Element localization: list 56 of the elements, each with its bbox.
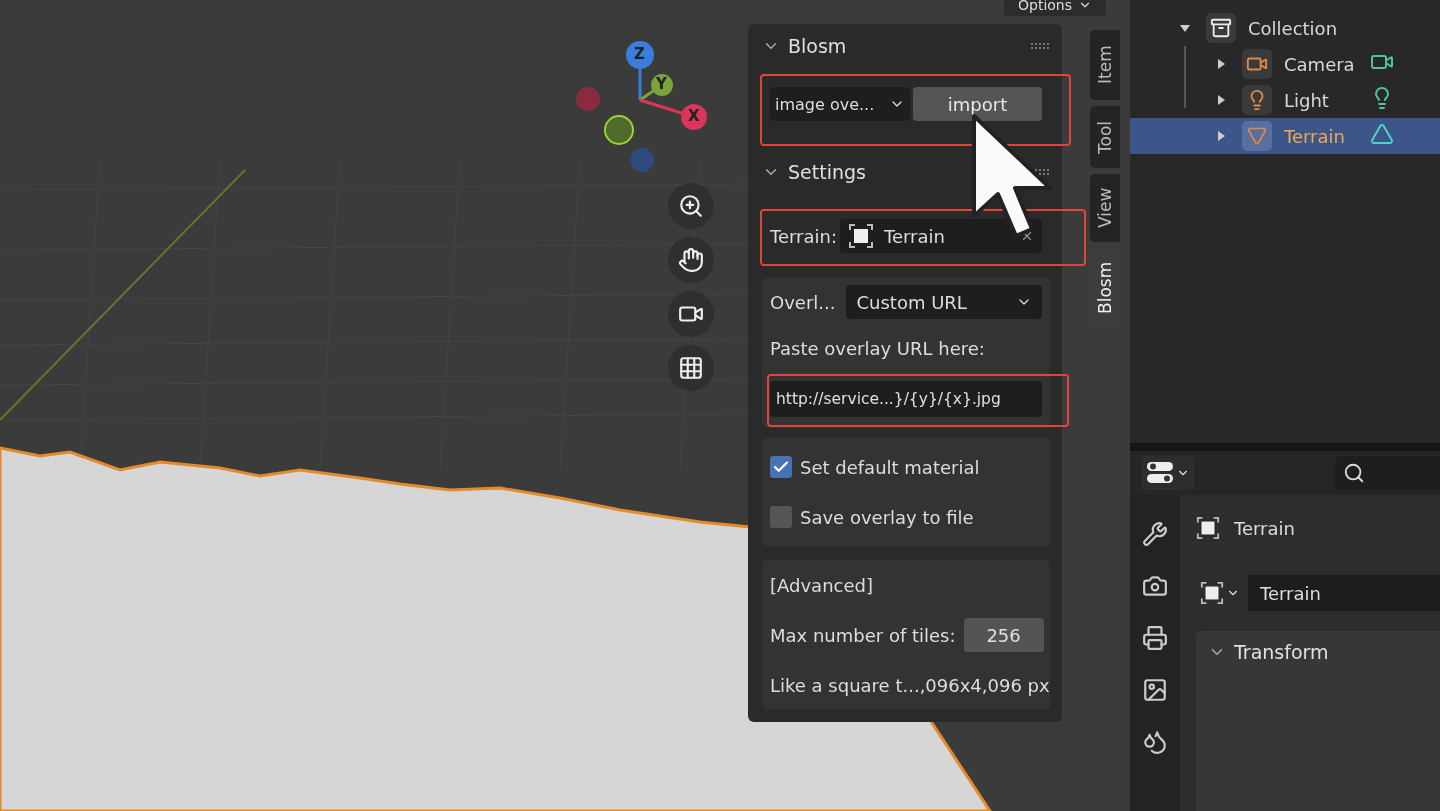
panel-header[interactable]: Transform (1208, 641, 1329, 663)
options-button[interactable]: Options (1004, 0, 1107, 16)
drag-handle-icon[interactable] (1030, 42, 1050, 50)
search-field[interactable] (1335, 456, 1440, 490)
field-label: Terrain: (770, 225, 837, 247)
sidebar-tab[interactable]: Tool (1090, 106, 1120, 168)
panel-header[interactable]: Blosm (762, 35, 847, 57)
outliner-label: Collection (1248, 17, 1338, 39)
field-label: Max number of tiles: (770, 624, 956, 646)
outliner-label: Camera (1284, 53, 1355, 75)
note-text: Like a square t...,096x4,096 px (770, 674, 1050, 696)
panel-header[interactable]: Settings (762, 161, 866, 183)
checkbox[interactable]: Save overlay to file (770, 506, 974, 528)
printer-icon[interactable] (1142, 623, 1168, 653)
object-name: Terrain (1234, 517, 1295, 539)
outliner-row[interactable]: Terrain (1130, 118, 1440, 154)
axis-label: X (688, 107, 700, 125)
outliner-row[interactable]: Collection (1130, 10, 1440, 46)
lightbulb-icon (1242, 85, 1272, 115)
disclosure-triangle-icon[interactable] (1180, 23, 1190, 33)
editor-type-button[interactable] (1142, 456, 1194, 490)
terrain-field[interactable]: Terrain (840, 219, 1042, 253)
sidebar-tab[interactable]: Item (1090, 30, 1120, 100)
overlay-dropdown[interactable]: Custom URL (846, 285, 1042, 319)
disclosure-triangle-icon[interactable] (1216, 95, 1226, 105)
axis-label: Z (634, 45, 645, 63)
disclosure-triangle-icon[interactable] (1216, 59, 1226, 69)
hand-icon[interactable] (668, 237, 714, 283)
checkbox[interactable]: Set default material (770, 456, 980, 478)
zoom-icon[interactable] (668, 183, 714, 229)
outliner-row[interactable]: Camera (1130, 46, 1440, 82)
wrench-icon[interactable] (1142, 519, 1168, 549)
outliner-label: Terrain (1284, 125, 1345, 147)
mode-dropdown[interactable]: image ove... (770, 87, 910, 121)
field-label: Paste overlay URL here: (770, 337, 985, 359)
object-icon (848, 223, 874, 249)
outliner-label: Light (1284, 89, 1329, 111)
name-field[interactable]: Terrain (1248, 575, 1440, 611)
grid-icon[interactable] (668, 345, 714, 391)
disclosure-triangle-icon[interactable] (1216, 131, 1226, 141)
mesh-data-icon (1370, 122, 1394, 146)
section-label: [Advanced] (770, 574, 873, 596)
object-icon (1200, 581, 1224, 605)
camera-icon (1242, 49, 1272, 79)
field-label: Overl... (770, 291, 836, 313)
collection-icon (1206, 13, 1236, 43)
object-icon (1196, 516, 1220, 540)
video-camera-icon[interactable] (668, 291, 714, 337)
toggle-icon (1146, 461, 1174, 485)
import-button[interactable]: import (913, 87, 1042, 121)
search-icon (1343, 462, 1365, 484)
axis-label: Y (656, 75, 667, 93)
outliner-row[interactable]: Light (1130, 82, 1440, 118)
sidebar-tab[interactable]: View (1090, 174, 1120, 242)
tiles-input[interactable]: 256 (963, 618, 1044, 652)
url-input[interactable]: http://service...}/{y}/{x}.jpg (770, 381, 1042, 417)
